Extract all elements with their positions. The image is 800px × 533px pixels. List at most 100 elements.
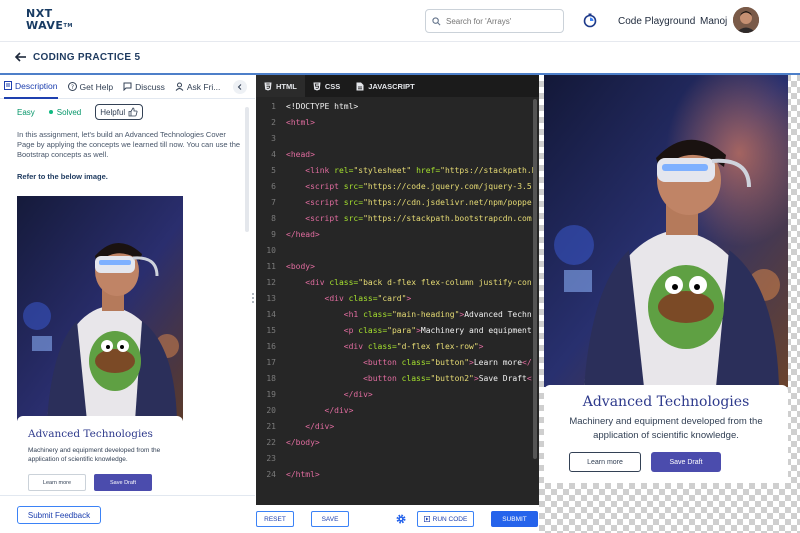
- code-line[interactable]: 17 <button class="button">Learn more</: [256, 355, 539, 371]
- code-line[interactable]: 8 <script src="https://stackpath.bootstr…: [256, 211, 539, 227]
- vr-person-image-small: [17, 196, 183, 421]
- line-code: <script src="https://stackpath.bootstrap…: [305, 214, 532, 223]
- code-line[interactable]: 1 <!DOCTYPE html>: [256, 99, 539, 115]
- code-line[interactable]: 4 <head>: [256, 147, 539, 163]
- username[interactable]: Manoj: [700, 16, 727, 27]
- search-input[interactable]: [446, 16, 556, 26]
- line-code: <button class="button2">Save Draft<: [363, 374, 532, 383]
- line-number: 4: [271, 150, 276, 159]
- problem-description: In this assignment, let's build an Advan…: [17, 130, 241, 159]
- tab-javascript[interactable]: JAVASCRIPT: [348, 75, 422, 97]
- editor-scrollbar[interactable]: [533, 99, 537, 459]
- line-number: 10: [266, 246, 276, 255]
- line-number: 16: [266, 342, 276, 351]
- js-file-icon: [356, 82, 364, 90]
- code-line[interactable]: 3: [256, 131, 539, 147]
- streak-timer-icon[interactable]: [582, 12, 598, 28]
- cover-paragraph: Machinery and equipment developed from t…: [569, 416, 763, 441]
- tab-discuss[interactable]: Discuss: [123, 75, 165, 99]
- page-title: CODING PRACTICE 5: [33, 52, 141, 63]
- code-line[interactable]: 18 <button class="button2">Save Draft<: [256, 371, 539, 387]
- line-code: <button class="button">Learn more</: [363, 358, 532, 367]
- line-number: 17: [266, 358, 276, 367]
- practice-header: CODING PRACTICE 5: [0, 43, 800, 73]
- line-code: <div class="back d-flex flex-column just…: [305, 278, 532, 287]
- code-line[interactable]: 7 <script src="https://cdn.jsdelivr.net/…: [256, 195, 539, 211]
- code-area[interactable]: 1 <!DOCTYPE html> 2 <html> 3 4 <head> 5 <link r…: [256, 99, 539, 505]
- line-number: 14: [266, 310, 276, 319]
- save-draft-button[interactable]: Save Draft: [651, 452, 721, 472]
- save-button[interactable]: SAVE: [311, 511, 349, 527]
- line-number: 19: [266, 390, 276, 399]
- code-line[interactable]: 14 <h1 class="main-heading">Advanced Tec…: [256, 307, 539, 323]
- code-line[interactable]: 19 </div>: [256, 387, 539, 403]
- helpful-button[interactable]: Helpful: [95, 104, 144, 120]
- code-playground-link[interactable]: Code Playground: [618, 16, 695, 27]
- code-line[interactable]: 23: [256, 451, 539, 467]
- code-line[interactable]: 2 <html>: [256, 115, 539, 131]
- back-arrow-icon[interactable]: [14, 50, 28, 64]
- top-navbar: NXT WAVETM Code Playground Manoj: [0, 0, 800, 42]
- gear-icon[interactable]: [395, 513, 407, 525]
- left-panel-scrollbar[interactable]: [245, 107, 249, 232]
- code-line[interactable]: 24 </html>: [256, 467, 539, 483]
- collapse-panel-button[interactable]: [233, 80, 247, 94]
- status-badge: Solved: [48, 107, 82, 117]
- code-line[interactable]: 10: [256, 243, 539, 259]
- avatar[interactable]: [733, 7, 759, 33]
- submit-button[interactable]: SUBMIT: [491, 511, 538, 527]
- main-heading: Advanced Technologies: [582, 394, 750, 410]
- logo-tm: TM: [63, 23, 73, 29]
- line-number: 2: [271, 118, 276, 127]
- tab-label: CSS: [324, 81, 341, 91]
- run-code-label: RUN CODE: [432, 515, 468, 523]
- tab-html[interactable]: HTML: [256, 75, 305, 97]
- line-number: 23: [266, 454, 276, 463]
- css3-icon: [313, 82, 321, 90]
- search-box[interactable]: [425, 9, 564, 33]
- code-line[interactable]: 21 </div>: [256, 419, 539, 435]
- editor-footer: RESET SAVE RUN CODE SUBMIT: [256, 505, 539, 533]
- code-line[interactable]: 20 </div>: [256, 403, 539, 419]
- line-code: </div>: [343, 390, 373, 399]
- submit-feedback-button[interactable]: Submit Feedback: [17, 506, 101, 524]
- html5-icon: [264, 82, 272, 90]
- code-line[interactable]: 15 <p class="para">Machinery and equipme…: [256, 323, 539, 339]
- play-icon: [423, 516, 430, 522]
- svg-text:?: ?: [70, 84, 73, 91]
- tab-get-help[interactable]: ? Get Help: [67, 75, 114, 99]
- problem-panel: Description ? Get Help Discuss Ask Fri..…: [0, 75, 255, 495]
- code-line[interactable]: 16 <div class="d-flex flex-row">: [256, 339, 539, 355]
- code-line[interactable]: 9 </head>: [256, 227, 539, 243]
- reference-heading: Advanced Technologies: [28, 428, 153, 440]
- reset-button[interactable]: RESET: [256, 511, 294, 527]
- nxtwave-logo[interactable]: NXT WAVETM: [26, 8, 73, 32]
- tab-ask-friend[interactable]: Ask Fri...: [175, 75, 220, 99]
- code-line[interactable]: 6 <script src="https://code.jquery.com/j…: [256, 179, 539, 195]
- left-resize-handle[interactable]: [252, 293, 254, 307]
- code-line[interactable]: 22 </body>: [256, 435, 539, 451]
- helpful-label: Helpful: [100, 107, 126, 117]
- tab-label: Get Help: [79, 81, 114, 92]
- status-label: Solved: [56, 107, 82, 117]
- tab-label: HTML: [276, 81, 297, 91]
- line-code: <head>: [286, 150, 315, 159]
- tab-description[interactable]: Description: [4, 75, 58, 99]
- refer-text: Refer to the below image.: [17, 172, 108, 181]
- code-line[interactable]: 12 <div class="back d-flex flex-column j…: [256, 275, 539, 291]
- run-code-button[interactable]: RUN CODE: [417, 511, 474, 527]
- line-code: <link rel="stylesheet" href="https://sta…: [305, 166, 537, 175]
- discuss-icon: [123, 82, 132, 91]
- line-number: 15: [266, 326, 276, 335]
- line-number: 6: [271, 182, 276, 191]
- code-line[interactable]: 11 <body>: [256, 259, 539, 275]
- line-code: <p class="para">Machinery and equipment: [343, 326, 532, 335]
- learn-more-button[interactable]: Learn more: [569, 452, 641, 472]
- code-line[interactable]: 13 <div class="card">: [256, 291, 539, 307]
- thumbs-up-icon: [128, 107, 138, 117]
- code-editor: HTML CSS JAVASCRIPT 1 <!DOCTYPE html> 2 <ht…: [256, 75, 539, 505]
- line-code: </body>: [286, 438, 320, 447]
- code-line[interactable]: 5 <link rel="stylesheet" href="https://s…: [256, 163, 539, 179]
- tab-css[interactable]: CSS: [305, 75, 348, 97]
- tab-label: Description: [15, 80, 58, 91]
